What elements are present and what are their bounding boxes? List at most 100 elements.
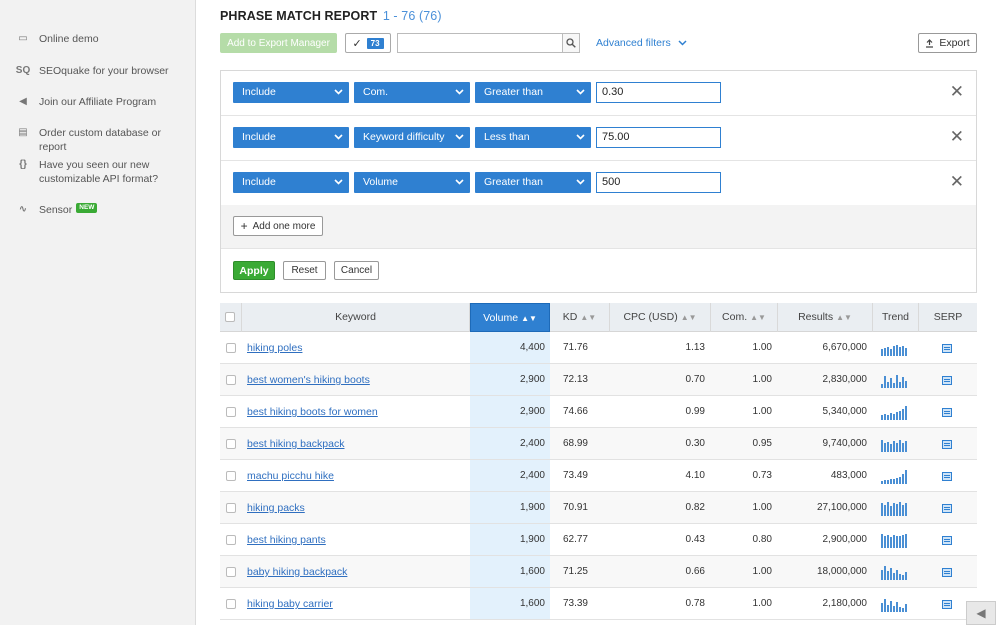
close-icon[interactable]: ✕ — [950, 173, 964, 190]
keyword-link[interactable]: hiking poles — [247, 342, 302, 354]
sidebar-item-label: Have you seen our new customizable API f… — [39, 159, 159, 185]
results-cell: 6,670,000 — [822, 342, 868, 353]
column-cpc[interactable]: CPC (USD) ▲▼ — [610, 303, 711, 332]
advanced-filters-toggle[interactable]: Advanced filters — [596, 37, 687, 49]
row-checkbox[interactable] — [226, 503, 236, 513]
sidebar-item-0[interactable]: ▭ Online demo — [16, 32, 179, 46]
feedback-button[interactable]: ◀ — [966, 601, 996, 625]
add-one-more-button[interactable]: + Add one more — [233, 216, 323, 236]
filter-mode-select[interactable]: Include — [233, 127, 349, 148]
reset-button[interactable]: Reset — [283, 261, 326, 280]
row-checkbox[interactable] — [226, 343, 236, 353]
keyword-link[interactable]: best women's hiking boots — [247, 374, 370, 386]
row-checkbox[interactable] — [226, 375, 236, 385]
close-icon[interactable]: ✕ — [950, 128, 964, 145]
com-cell: 1.00 — [752, 342, 772, 353]
keyword-link[interactable]: machu picchu hike — [247, 470, 334, 482]
row-checkbox[interactable] — [226, 439, 236, 449]
column-results-label: Results — [798, 311, 834, 323]
trend-bar — [890, 349, 892, 356]
chevron-down-icon — [334, 82, 343, 111]
com-cell: 1.00 — [752, 598, 772, 609]
trend-sparkline — [881, 436, 911, 452]
row-checkbox[interactable] — [226, 535, 236, 545]
trend-bar — [896, 412, 898, 420]
trend-bar — [893, 383, 895, 388]
trend-bar — [893, 479, 895, 484]
chevron-down-icon — [678, 40, 687, 46]
trend-bar — [890, 537, 892, 548]
close-icon[interactable]: ✕ — [950, 83, 964, 100]
table-row: best hiking boots for women 2,900 74.66 0.9… — [220, 396, 977, 428]
serp-icon[interactable] — [942, 600, 952, 609]
keyword-link[interactable]: best hiking pants — [247, 534, 326, 546]
filter-mode-select[interactable]: Include — [233, 172, 349, 193]
sidebar-item-4[interactable]: {} Have you seen our new customizable API… — [16, 158, 179, 186]
sidebar-item-2[interactable]: ◀ Join our Affiliate Program — [16, 95, 179, 109]
serp-icon[interactable] — [942, 440, 952, 449]
column-keyword[interactable]: Keyword — [242, 303, 470, 332]
column-results[interactable]: Results ▲▼ — [778, 303, 873, 332]
keyword-link[interactable]: baby hiking backpack — [247, 566, 347, 578]
export-button[interactable]: Export — [918, 33, 977, 53]
row-checkbox[interactable] — [226, 599, 236, 609]
select-all-checkbox[interactable] — [225, 312, 235, 322]
search-button[interactable] — [562, 33, 580, 53]
trend-bar — [893, 606, 895, 612]
column-volume[interactable]: Volume ▲▼ — [470, 303, 550, 332]
column-kd[interactable]: KD ▲▼ — [550, 303, 610, 332]
row-checkbox[interactable] — [226, 567, 236, 577]
trend-bar — [881, 415, 883, 420]
serp-icon[interactable] — [942, 568, 952, 577]
volume-cell: 4,400 — [519, 342, 545, 353]
column-com[interactable]: Com. ▲▼ — [711, 303, 778, 332]
trend-sparkline — [881, 404, 911, 420]
select-rows-button[interactable]: ✓ 73 — [345, 33, 391, 53]
cancel-button[interactable]: Cancel — [334, 261, 379, 280]
row-checkbox[interactable] — [226, 407, 236, 417]
row-checkbox[interactable] — [226, 471, 236, 481]
sidebar-item-1[interactable]: SQ SEOquake for your browser — [16, 64, 179, 78]
serp-icon[interactable] — [942, 472, 952, 481]
serp-icon[interactable] — [942, 504, 952, 513]
filter-mode-select-value: Include — [242, 176, 276, 188]
serp-icon[interactable] — [942, 408, 952, 417]
trend-bar — [899, 382, 901, 388]
sidebar-item-5[interactable]: ∿ Sensor NEW — [16, 203, 98, 217]
add-to-export-manager-button[interactable]: Add to Export Manager — [220, 33, 337, 53]
column-keyword-label: Keyword — [335, 311, 376, 323]
keyword-link[interactable]: best hiking boots for women — [247, 406, 378, 418]
search-input[interactable] — [397, 33, 563, 53]
column-kd-label: KD — [562, 311, 578, 323]
filter-field-select[interactable]: Com. — [354, 82, 470, 103]
sidebar-item-3[interactable]: ▤ Order custom database or report — [16, 126, 179, 154]
filter-field-select[interactable]: Keyword difficulty — [354, 127, 470, 148]
export-label: Export — [939, 37, 970, 49]
filter-value-input[interactable]: 500 — [596, 172, 721, 193]
table-row: hiking poles 4,400 71.76 1.13 1.00 6,670,000 — [220, 332, 977, 364]
keyword-link[interactable]: hiking packs — [247, 502, 305, 514]
filter-value-input[interactable]: 75.00 — [596, 127, 721, 148]
apply-button[interactable]: Apply — [233, 261, 275, 280]
table-row: machu picchu hike 2,400 73.49 4.10 0.73 483,0… — [220, 460, 977, 492]
filter-field-select[interactable]: Volume — [354, 172, 470, 193]
trend-bar — [884, 536, 886, 548]
trend-bar — [905, 406, 907, 420]
results-cell: 27,100,000 — [816, 502, 867, 513]
filter-mode-select[interactable]: Include — [233, 82, 349, 103]
kd-cell: 70.91 — [562, 502, 588, 513]
results-cell: 2,900,000 — [822, 534, 868, 545]
serp-icon[interactable] — [942, 344, 952, 353]
filter-operator-select[interactable]: Greater than — [475, 172, 591, 193]
keyword-link[interactable]: best hiking backpack — [247, 438, 344, 450]
keyword-link[interactable]: hiking baby carrier — [247, 598, 333, 610]
filter-operator-select[interactable]: Greater than — [475, 82, 591, 103]
filter-operator-select[interactable]: Less than — [475, 127, 591, 148]
trend-bar — [902, 377, 904, 388]
trend-bar — [881, 570, 883, 580]
kd-cell: 74.66 — [562, 406, 588, 417]
serp-icon[interactable] — [942, 536, 952, 545]
filter-value-input[interactable]: 0.30 — [596, 82, 721, 103]
trend-bar — [881, 440, 883, 452]
serp-icon[interactable] — [942, 376, 952, 385]
